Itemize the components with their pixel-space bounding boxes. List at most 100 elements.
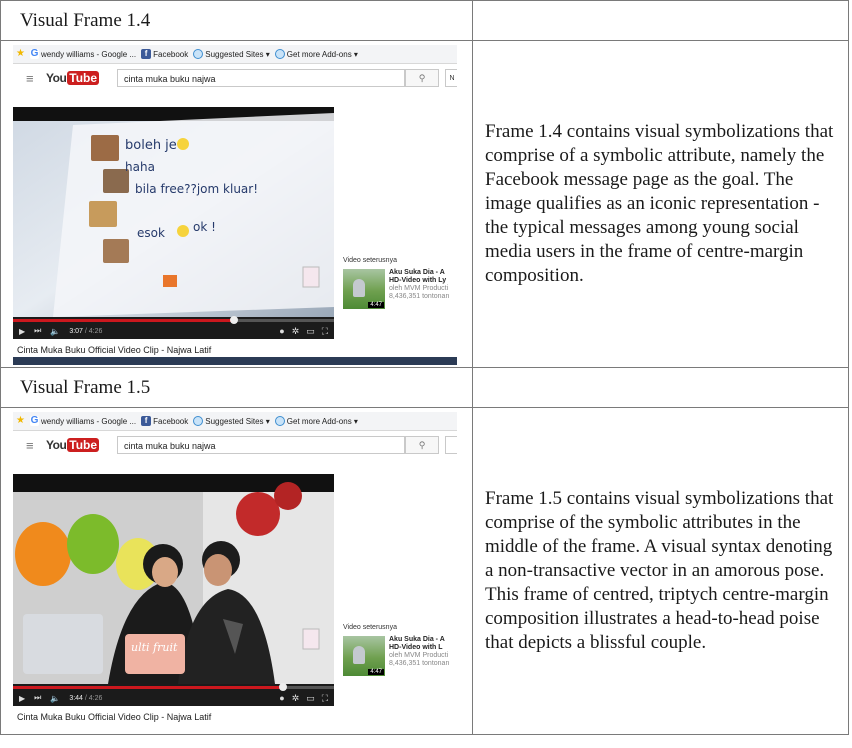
- youtube-screenshot: ★ Gwendy williams - Google ... f Facebook…: [13, 45, 457, 365]
- logo-you: You: [46, 71, 67, 85]
- favorite-label: wendy williams - Google ...: [40, 416, 137, 426]
- search-icon: ⚲: [418, 73, 426, 83]
- frame-description: Frame 1.4 contains visual symbolizations…: [472, 40, 849, 368]
- message-line: bila free??jom kluar!: [135, 182, 258, 196]
- favorite-label: Suggested Sites ▾: [205, 49, 270, 59]
- header-extra-button[interactable]: N: [445, 69, 457, 87]
- up-next-heading: Video seterusnya: [343, 624, 397, 631]
- up-next-title-line[interactable]: HD-Video with L: [389, 644, 449, 652]
- video-player[interactable]: ulti fruit ▶ ⏭ 🔈 3:44 / 4:26 ● ✲ ▭ ⛶: [13, 474, 334, 706]
- thumbnail-duration: 4:47: [368, 302, 384, 308]
- youtube-logo[interactable]: You Tube: [46, 71, 100, 85]
- smiley-icon: [177, 138, 189, 150]
- up-next-title-line[interactable]: Aku Suka Dia - A: [389, 636, 449, 644]
- controls-right: ● ✲ ▭ ⛶: [279, 326, 328, 337]
- search-input[interactable]: cinta muka buku najwa: [117, 69, 405, 87]
- frame-heading: Visual Frame 1.4: [0, 0, 473, 41]
- progress-fill: [13, 686, 283, 689]
- theater-icon[interactable]: ▭: [306, 326, 315, 337]
- volume-icon[interactable]: 🔈: [50, 694, 60, 703]
- frame-1-5-heading-row: Visual Frame 1.5: [0, 367, 849, 408]
- video-frame-couple: ulti fruit: [13, 474, 334, 684]
- message-line: ok !: [193, 220, 216, 234]
- youtube-header: ≡ You Tube cinta muka buku najwa ⚲: [13, 431, 457, 461]
- time-total: / 4:26: [84, 327, 103, 335]
- fullscreen-icon[interactable]: ⛶: [322, 326, 328, 337]
- up-next-video[interactable]: 4:47 Aku Suka Dia - A HD-Video with Ly o…: [343, 269, 457, 309]
- favorite-google[interactable]: Gwendy williams - Google ...: [29, 415, 137, 426]
- thumbnail-figure: [353, 279, 365, 297]
- message-line: haha: [125, 160, 155, 174]
- video-thumbnail[interactable]: 4:47: [343, 269, 385, 309]
- next-icon[interactable]: ⏭: [34, 326, 41, 336]
- search-input[interactable]: cinta muka buku najwa: [117, 436, 405, 454]
- facebook-icon: f: [141, 49, 152, 59]
- ie-icon: [193, 416, 204, 426]
- settings-icon[interactable]: ✲: [292, 693, 300, 704]
- progress-knob[interactable]: [278, 683, 287, 691]
- play-icon[interactable]: ▶: [19, 694, 25, 703]
- up-next-channel[interactable]: oleh MVM Producti: [389, 285, 449, 293]
- menu-icon[interactable]: ≡: [26, 438, 34, 453]
- progress-fill: [13, 319, 235, 322]
- menu-icon[interactable]: ≡: [26, 71, 34, 86]
- controls-row: ▶ ⏭ 🔈 3:44 / 4:26 ● ✲ ▭ ⛶: [19, 692, 328, 704]
- frame-1-5-content-row: ★ Gwendy williams - Google ... f Facebook…: [0, 407, 849, 735]
- favorite-google[interactable]: Gwendy williams - Google ...: [29, 49, 136, 59]
- favorite-facebook[interactable]: f Facebook: [141, 416, 188, 426]
- up-next-video[interactable]: 4:47 Aku Suka Dia - A HD-Video with L ol…: [343, 636, 457, 676]
- search-icon: ⚲: [418, 440, 426, 450]
- player-controls: ▶ ⏭ 🔈 3:44 / 4:26 ● ✲ ▭ ⛶: [13, 683, 334, 706]
- youtube-logo[interactable]: You Tube: [46, 438, 100, 452]
- favorite-get-addons[interactable]: Get more Add-ons ▾: [274, 416, 358, 426]
- google-icon: G: [29, 415, 39, 426]
- message-line: esok: [137, 226, 165, 240]
- up-next-title-line[interactable]: Aku Suka Dia - A: [389, 269, 449, 277]
- progress-knob[interactable]: [230, 316, 239, 324]
- frame-description: Frame 1.5 contains visual symbolizations…: [472, 407, 849, 735]
- time-current: 3:44: [69, 694, 83, 702]
- favorites-bar: ★ Gwendy williams - Google ... f Facebook…: [13, 45, 457, 64]
- video-thumbnail[interactable]: 4:47: [343, 636, 385, 676]
- controls-right: ● ✲ ▭ ⛶: [279, 693, 328, 704]
- favorites-star-icon: ★: [16, 48, 25, 59]
- facebook-icon: f: [141, 416, 152, 426]
- play-icon[interactable]: ▶: [19, 327, 25, 336]
- favorite-label: Facebook: [153, 49, 189, 59]
- settings-icon[interactable]: ✲: [292, 326, 300, 337]
- youtube-header: ≡ You Tube cinta muka buku najwa ⚲ N: [13, 64, 457, 94]
- thumbnail-duration: 4:47: [368, 669, 384, 675]
- header-extra-button[interactable]: [445, 436, 457, 454]
- message-line: boleh je: [125, 138, 177, 153]
- favorite-label: Get more Add-ons ▾: [286, 416, 358, 426]
- search-button[interactable]: ⚲: [405, 436, 439, 454]
- fullscreen-icon[interactable]: ⛶: [322, 693, 328, 704]
- time-display: 3:07 / 4:26: [69, 328, 102, 335]
- video-frame-messages: boleh je haha bila free??jom kluar! esok…: [13, 107, 334, 317]
- favorite-suggested-sites[interactable]: Suggested Sites ▾: [193, 49, 270, 59]
- up-next-channel[interactable]: oleh MVM Producti: [389, 652, 449, 660]
- favorite-facebook[interactable]: f Facebook: [141, 49, 188, 59]
- logo-tube: Tube: [67, 71, 100, 85]
- video-player[interactable]: boleh je haha bila free??jom kluar! esok…: [13, 107, 334, 339]
- theater-icon[interactable]: ▭: [306, 693, 315, 704]
- empty-cell: [472, 367, 849, 408]
- annotations-icon[interactable]: ●: [279, 693, 284, 704]
- favorite-suggested-sites[interactable]: Suggested Sites ▾: [193, 416, 270, 426]
- screenshot-cell: ★ Gwendy williams - Google ... f Facebook…: [0, 407, 473, 735]
- favorite-get-addons[interactable]: Get more Add-ons ▾: [274, 49, 358, 59]
- favorites-star-icon: ★: [16, 415, 25, 426]
- up-next-title-line[interactable]: HD-Video with Ly: [389, 277, 449, 285]
- frame-1-4-heading-row: Visual Frame 1.4: [0, 0, 849, 41]
- frame-heading: Visual Frame 1.5: [0, 367, 473, 408]
- video-title-below: Cinta Muka Buku Official Video Clip - Na…: [17, 345, 212, 355]
- up-next-text: Aku Suka Dia - A HD-Video with Ly oleh M…: [389, 269, 449, 301]
- next-icon[interactable]: ⏭: [34, 693, 41, 703]
- favorites-bar: ★ Gwendy williams - Google ... f Facebook…: [13, 412, 457, 431]
- screenshot-cell: ★ Gwendy williams - Google ... f Facebook…: [0, 40, 473, 368]
- search-button[interactable]: ⚲: [405, 69, 439, 87]
- annotations-icon[interactable]: ●: [279, 326, 284, 337]
- time-current: 3:07: [69, 327, 83, 335]
- volume-icon[interactable]: 🔈: [50, 327, 60, 336]
- youtube-screenshot: ★ Gwendy williams - Google ... f Facebook…: [13, 412, 457, 732]
